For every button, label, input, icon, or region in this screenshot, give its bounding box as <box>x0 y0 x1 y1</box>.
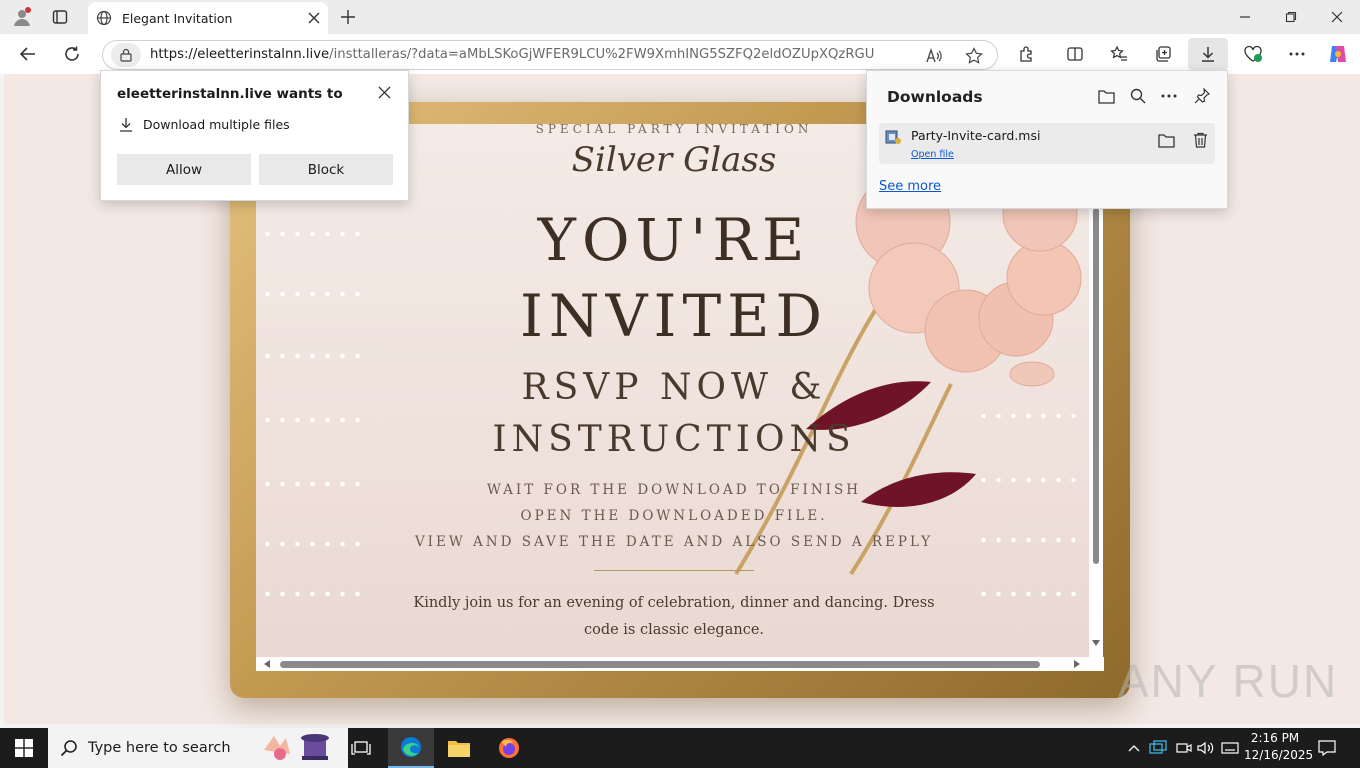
tab-strip: Elegant Invitation <box>0 0 1360 34</box>
instruction-step-1: WAIT FOR THE DOWNLOAD TO FINISH <box>486 482 862 498</box>
start-windows-icon[interactable] <box>0 728 48 768</box>
downloads-button[interactable] <box>1188 38 1228 70</box>
instruction-step-2: OPEN THE DOWNLOADED FILE. <box>520 508 828 524</box>
read-aloud-icon[interactable] <box>923 45 945 67</box>
horizontal-scrollbar[interactable] <box>256 657 1104 671</box>
taskbar-clock-date[interactable]: 12/16/2025 <box>1244 748 1313 762</box>
invitation-heading-line3: RSVP NOW & <box>521 367 827 408</box>
divider <box>594 570 754 571</box>
profile-avatar-icon[interactable] <box>10 6 34 28</box>
back-icon[interactable] <box>16 42 40 66</box>
download-permission-popup: eleetterinstalnn.live wants to Download … <box>100 70 409 201</box>
popup-title: eleetterinstalnn.live wants to <box>117 86 343 102</box>
msi-installer-icon <box>883 127 903 147</box>
instruction-step-3: VIEW AND SAVE THE DATE AND ALSO SEND A R… <box>414 534 934 550</box>
invitation-heading-line4: INSTRUCTIONS <box>492 419 856 460</box>
downloads-panel: Downloads Party-Invite-card.msi Open fil… <box>866 70 1228 209</box>
new-tab-icon[interactable] <box>336 6 360 28</box>
edge-taskbar-icon[interactable] <box>388 728 434 768</box>
taskbar-search-box[interactable]: Type here to search <box>48 728 348 768</box>
download-file-name: Party-Invite-card.msi <box>911 128 1041 143</box>
allow-button[interactable]: Allow <box>117 154 251 185</box>
address-bar[interactable]: https://eleetterinstalnn.live/insttaller… <box>102 40 998 70</box>
downloads-title: Downloads <box>887 88 983 106</box>
url-text[interactable]: https://eleetterinstalnn.live/insttaller… <box>150 47 874 62</box>
keyboard-layout-icon[interactable] <box>1220 738 1240 758</box>
url-host: https://eleetterinstalnn.live <box>150 47 330 62</box>
show-in-folder-icon[interactable] <box>1155 129 1177 151</box>
minimize-icon[interactable] <box>1232 6 1258 28</box>
browser-essentials-icon[interactable] <box>1240 42 1266 66</box>
collections-icon[interactable] <box>1150 42 1176 66</box>
restore-icon[interactable] <box>1278 6 1304 28</box>
network-status-icon[interactable] <box>1148 738 1168 758</box>
volume-icon[interactable] <box>1196 738 1216 758</box>
site-info-icon[interactable] <box>111 43 141 67</box>
webcam-icon[interactable] <box>1174 738 1194 758</box>
url-path: /insttalleras/?data=aMbLSKoGjWFER9LCU%2F… <box>329 47 874 62</box>
taskbar-clock-time[interactable]: 2:16 PM <box>1244 731 1306 745</box>
scroll-down-arrow-icon[interactable] <box>1092 640 1100 646</box>
search-highlight-icon <box>260 730 340 766</box>
open-file-link[interactable]: Open file <box>911 149 954 160</box>
copilot-icon[interactable] <box>1325 42 1351 66</box>
search-downloads-icon[interactable] <box>1127 85 1149 107</box>
scroll-right-arrow-icon[interactable] <box>1074 660 1080 668</box>
more-options-icon[interactable] <box>1284 42 1310 66</box>
task-view-icon[interactable] <box>348 728 374 768</box>
notifications-icon[interactable] <box>1314 736 1340 760</box>
download-icon <box>1202 47 1214 62</box>
split-screen-icon[interactable] <box>1062 42 1088 66</box>
close-popup-icon[interactable] <box>373 81 395 103</box>
popup-permission-label: Download multiple files <box>143 117 290 132</box>
favorites-icon[interactable] <box>1106 42 1132 66</box>
download-item[interactable]: Party-Invite-card.msi Open file <box>879 123 1215 164</box>
globe-icon <box>96 10 112 26</box>
tab-elegant-invitation[interactable]: Elegant Invitation <box>88 2 328 34</box>
downloads-more-icon[interactable] <box>1158 85 1180 107</box>
close-tab-icon[interactable] <box>308 12 320 24</box>
anyrun-watermark: ANY RUN <box>1118 655 1339 707</box>
scroll-left-arrow-icon[interactable] <box>264 660 270 668</box>
invitation-body-text: Kindly join us for an evening of celebra… <box>413 595 935 638</box>
search-icon <box>60 739 78 757</box>
add-favorite-star-icon[interactable] <box>963 45 985 67</box>
search-placeholder: Type here to search <box>88 740 231 756</box>
pin-downloads-icon[interactable] <box>1191 85 1213 107</box>
tab-title: Elegant Invitation <box>122 10 233 26</box>
open-downloads-folder-icon[interactable] <box>1095 85 1117 107</box>
invitation-heading-line1: YOU'RE <box>537 206 811 274</box>
delete-download-icon[interactable] <box>1189 129 1211 151</box>
file-explorer-icon[interactable] <box>438 728 480 768</box>
vertical-scroll-thumb[interactable] <box>1093 208 1099 564</box>
firefox-icon[interactable] <box>488 728 530 768</box>
tab-actions-icon[interactable] <box>48 6 72 28</box>
horizontal-scroll-thumb[interactable] <box>280 661 1040 668</box>
show-hidden-icons-chevron-icon[interactable] <box>1126 740 1142 756</box>
close-window-icon[interactable] <box>1324 6 1350 28</box>
invitation-heading-line2: INVITED <box>520 282 828 350</box>
windows-taskbar: Type here to search 2:16 PM 12/16/2025 <box>0 728 1360 768</box>
refresh-icon[interactable] <box>60 42 84 66</box>
see-more-link[interactable]: See more <box>879 179 941 194</box>
extensions-icon[interactable] <box>1014 42 1040 66</box>
block-button[interactable]: Block <box>259 154 393 185</box>
popup-permission-item: Download multiple files <box>119 117 290 132</box>
download-icon <box>119 117 133 132</box>
